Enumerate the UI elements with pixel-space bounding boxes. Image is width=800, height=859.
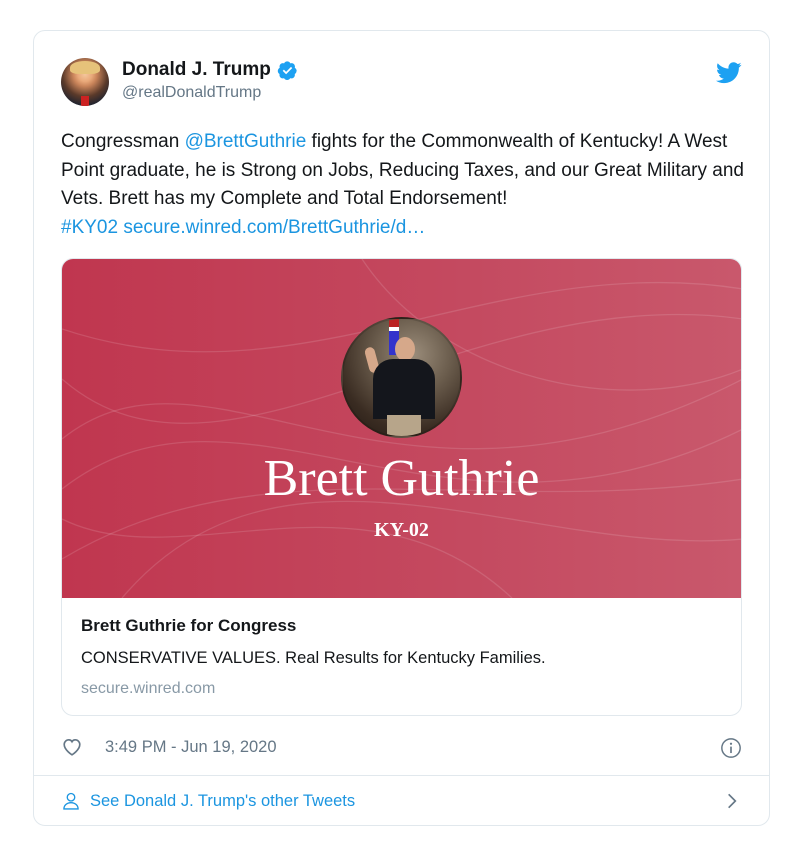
- tweet-text-prefix: Congressman: [61, 131, 185, 152]
- tweet-embed: Donald J. Trump @realDonaldTrump Congres…: [33, 30, 770, 826]
- person-icon: [63, 792, 79, 810]
- author-name-row: Donald J. Trump: [122, 59, 298, 81]
- portrait-pants: [387, 415, 421, 436]
- url-link[interactable]: secure.winred.com/BrettGuthrie/d…: [123, 217, 425, 238]
- tweet-footer: 3:49 PM - Jun 19, 2020: [61, 736, 742, 760]
- portrait-body: [373, 359, 435, 419]
- tweet-timestamp[interactable]: 3:49 PM - Jun 19, 2020: [105, 738, 277, 757]
- candidate-portrait: [341, 317, 462, 438]
- other-tweets-label[interactable]: See Donald J. Trump's other Tweets: [90, 792, 355, 811]
- tweet-header: Donald J. Trump @realDonaldTrump: [61, 58, 742, 110]
- card-title: Brett Guthrie for Congress: [81, 616, 297, 635]
- chevron-right-icon[interactable]: [722, 791, 742, 811]
- card-domain: secure.winred.com: [81, 680, 216, 697]
- footer-divider: [34, 775, 769, 776]
- card-image: Brett Guthrie KY-02: [62, 259, 741, 598]
- tweet-text: Congressman @BrettGuthrie fights for the…: [61, 128, 751, 242]
- twitter-bird-icon[interactable]: [716, 62, 742, 84]
- author-name-block[interactable]: Donald J. Trump @realDonaldTrump: [122, 59, 298, 102]
- hashtag-link[interactable]: #KY02: [61, 217, 118, 238]
- portrait-head: [395, 337, 415, 361]
- mention-link[interactable]: @BrettGuthrie: [185, 131, 307, 152]
- verified-badge-icon: [277, 60, 297, 80]
- author-handle[interactable]: @realDonaldTrump: [122, 84, 298, 102]
- link-preview-card[interactable]: Brett Guthrie KY-02 Brett Guthrie for Co…: [61, 258, 742, 716]
- author-display-name[interactable]: Donald J. Trump: [122, 59, 271, 81]
- heart-icon[interactable]: [61, 736, 83, 758]
- author-avatar[interactable]: [61, 58, 109, 106]
- card-description: CONSERVATIVE VALUES. Real Results for Ke…: [81, 649, 546, 667]
- info-icon[interactable]: [720, 737, 742, 759]
- other-tweets-link[interactable]: See Donald J. Trump's other Tweets: [61, 789, 742, 815]
- card-meta: Brett Guthrie for Congress CONSERVATIVE …: [81, 616, 722, 698]
- card-image-subtitle: KY-02: [374, 519, 429, 541]
- card-image-title: Brett Guthrie: [263, 450, 540, 507]
